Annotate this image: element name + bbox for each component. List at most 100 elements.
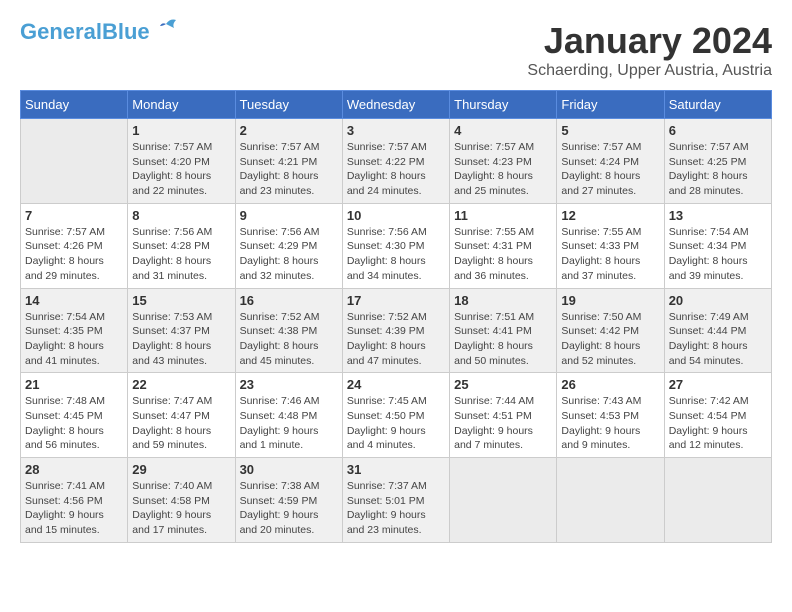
calendar-cell: 9 Sunrise: 7:56 AM Sunset: 4:29 PM Daylig… (235, 203, 342, 288)
calendar-cell: 4 Sunrise: 7:57 AM Sunset: 4:23 PM Daylig… (450, 119, 557, 204)
day-number: 30 (240, 462, 338, 477)
calendar-cell: 11 Sunrise: 7:55 AM Sunset: 4:31 PM Dayli… (450, 203, 557, 288)
day-info: Sunrise: 7:56 AM Sunset: 4:29 PM Dayligh… (240, 225, 338, 284)
day-number: 17 (347, 293, 445, 308)
calendar-table: SundayMondayTuesdayWednesdayThursdayFrid… (20, 90, 772, 543)
day-number: 25 (454, 377, 552, 392)
day-number: 3 (347, 123, 445, 138)
day-number: 19 (561, 293, 659, 308)
day-info: Sunrise: 7:55 AM Sunset: 4:31 PM Dayligh… (454, 225, 552, 284)
day-number: 13 (669, 208, 767, 223)
calendar-cell: 18 Sunrise: 7:51 AM Sunset: 4:41 PM Dayli… (450, 288, 557, 373)
day-number: 20 (669, 293, 767, 308)
calendar-header-thursday: Thursday (450, 91, 557, 119)
day-info: Sunrise: 7:54 AM Sunset: 4:35 PM Dayligh… (25, 310, 123, 369)
day-info: Sunrise: 7:52 AM Sunset: 4:38 PM Dayligh… (240, 310, 338, 369)
day-number: 7 (25, 208, 123, 223)
day-info: Sunrise: 7:38 AM Sunset: 4:59 PM Dayligh… (240, 479, 338, 538)
day-info: Sunrise: 7:54 AM Sunset: 4:34 PM Dayligh… (669, 225, 767, 284)
day-info: Sunrise: 7:37 AM Sunset: 5:01 PM Dayligh… (347, 479, 445, 538)
day-number: 2 (240, 123, 338, 138)
calendar-cell: 6 Sunrise: 7:57 AM Sunset: 4:25 PM Daylig… (664, 119, 771, 204)
logo: GeneralBlue (20, 20, 180, 44)
day-info: Sunrise: 7:40 AM Sunset: 4:58 PM Dayligh… (132, 479, 230, 538)
calendar-cell: 5Sunrise: 7:57 AM Sunset: 4:24 PM Daylig… (557, 119, 664, 204)
day-info: Sunrise: 7:57 AM Sunset: 4:25 PM Dayligh… (669, 140, 767, 199)
calendar-cell: 20 Sunrise: 7:49 AM Sunset: 4:44 PM Dayli… (664, 288, 771, 373)
logo-general: General (20, 19, 102, 44)
title-block: January 2024 Schaerding, Upper Austria, … (527, 20, 772, 80)
calendar-week-row: 28Sunrise: 7:41 AM Sunset: 4:56 PM Dayli… (21, 458, 772, 543)
calendar-cell: 21Sunrise: 7:48 AM Sunset: 4:45 PM Dayli… (21, 373, 128, 458)
calendar-cell: 10Sunrise: 7:56 AM Sunset: 4:30 PM Dayli… (342, 203, 449, 288)
calendar-cell: 23 Sunrise: 7:46 AM Sunset: 4:48 PM Dayli… (235, 373, 342, 458)
calendar-cell: 1 Sunrise: 7:57 AM Sunset: 4:20 PM Daylig… (128, 119, 235, 204)
day-number: 26 (561, 377, 659, 392)
day-number: 8 (132, 208, 230, 223)
calendar-cell: 7 Sunrise: 7:57 AM Sunset: 4:26 PM Daylig… (21, 203, 128, 288)
day-number: 12 (561, 208, 659, 223)
day-info: Sunrise: 7:47 AM Sunset: 4:47 PM Dayligh… (132, 394, 230, 453)
calendar-cell: 15Sunrise: 7:53 AM Sunset: 4:37 PM Dayli… (128, 288, 235, 373)
calendar-cell (664, 458, 771, 543)
calendar-week-row: 7 Sunrise: 7:57 AM Sunset: 4:26 PM Daylig… (21, 203, 772, 288)
day-number: 6 (669, 123, 767, 138)
calendar-cell: 3 Sunrise: 7:57 AM Sunset: 4:22 PM Daylig… (342, 119, 449, 204)
day-number: 11 (454, 208, 552, 223)
day-info: Sunrise: 7:57 AM Sunset: 4:23 PM Dayligh… (454, 140, 552, 199)
calendar-cell: 28Sunrise: 7:41 AM Sunset: 4:56 PM Dayli… (21, 458, 128, 543)
day-number: 23 (240, 377, 338, 392)
day-info: Sunrise: 7:41 AM Sunset: 4:56 PM Dayligh… (25, 479, 123, 538)
day-info: Sunrise: 7:56 AM Sunset: 4:28 PM Dayligh… (132, 225, 230, 284)
logo-bird-icon (152, 16, 180, 44)
day-number: 18 (454, 293, 552, 308)
month-year-title: January 2024 (527, 20, 772, 62)
day-number: 29 (132, 462, 230, 477)
calendar-cell: 19Sunrise: 7:50 AM Sunset: 4:42 PM Dayli… (557, 288, 664, 373)
day-info: Sunrise: 7:48 AM Sunset: 4:45 PM Dayligh… (25, 394, 123, 453)
day-info: Sunrise: 7:51 AM Sunset: 4:41 PM Dayligh… (454, 310, 552, 369)
day-info: Sunrise: 7:49 AM Sunset: 4:44 PM Dayligh… (669, 310, 767, 369)
day-info: Sunrise: 7:56 AM Sunset: 4:30 PM Dayligh… (347, 225, 445, 284)
day-info: Sunrise: 7:45 AM Sunset: 4:50 PM Dayligh… (347, 394, 445, 453)
day-info: Sunrise: 7:57 AM Sunset: 4:20 PM Dayligh… (132, 140, 230, 199)
calendar-cell: 13 Sunrise: 7:54 AM Sunset: 4:34 PM Dayli… (664, 203, 771, 288)
calendar-cell: 8 Sunrise: 7:56 AM Sunset: 4:28 PM Daylig… (128, 203, 235, 288)
day-info: Sunrise: 7:42 AM Sunset: 4:54 PM Dayligh… (669, 394, 767, 453)
day-info: Sunrise: 7:44 AM Sunset: 4:51 PM Dayligh… (454, 394, 552, 453)
day-number: 31 (347, 462, 445, 477)
calendar-cell: 29 Sunrise: 7:40 AM Sunset: 4:58 PM Dayli… (128, 458, 235, 543)
calendar-cell: 26Sunrise: 7:43 AM Sunset: 4:53 PM Dayli… (557, 373, 664, 458)
calendar-header-wednesday: Wednesday (342, 91, 449, 119)
day-info: Sunrise: 7:57 AM Sunset: 4:21 PM Dayligh… (240, 140, 338, 199)
calendar-cell: 24 Sunrise: 7:45 AM Sunset: 4:50 PM Dayli… (342, 373, 449, 458)
calendar-week-row: 1 Sunrise: 7:57 AM Sunset: 4:20 PM Daylig… (21, 119, 772, 204)
day-number: 16 (240, 293, 338, 308)
calendar-header-friday: Friday (557, 91, 664, 119)
calendar-header-saturday: Saturday (664, 91, 771, 119)
day-number: 1 (132, 123, 230, 138)
day-number: 24 (347, 377, 445, 392)
logo-text: GeneralBlue (20, 21, 150, 43)
calendar-cell: 14Sunrise: 7:54 AM Sunset: 4:35 PM Dayli… (21, 288, 128, 373)
calendar-cell: 17Sunrise: 7:52 AM Sunset: 4:39 PM Dayli… (342, 288, 449, 373)
calendar-header-monday: Monday (128, 91, 235, 119)
calendar-cell: 16 Sunrise: 7:52 AM Sunset: 4:38 PM Dayli… (235, 288, 342, 373)
day-info: Sunrise: 7:57 AM Sunset: 4:26 PM Dayligh… (25, 225, 123, 284)
calendar-week-row: 21Sunrise: 7:48 AM Sunset: 4:45 PM Dayli… (21, 373, 772, 458)
calendar-cell: 30 Sunrise: 7:38 AM Sunset: 4:59 PM Dayli… (235, 458, 342, 543)
day-info: Sunrise: 7:46 AM Sunset: 4:48 PM Dayligh… (240, 394, 338, 453)
location-subtitle: Schaerding, Upper Austria, Austria (527, 62, 772, 80)
day-number: 4 (454, 123, 552, 138)
day-info: Sunrise: 7:57 AM Sunset: 4:22 PM Dayligh… (347, 140, 445, 199)
calendar-cell: 2 Sunrise: 7:57 AM Sunset: 4:21 PM Daylig… (235, 119, 342, 204)
calendar-cell: 27 Sunrise: 7:42 AM Sunset: 4:54 PM Dayli… (664, 373, 771, 458)
calendar-cell: 31 Sunrise: 7:37 AM Sunset: 5:01 PM Dayli… (342, 458, 449, 543)
logo-blue: Blue (102, 19, 150, 44)
calendar-cell: 25 Sunrise: 7:44 AM Sunset: 4:51 PM Dayli… (450, 373, 557, 458)
day-info: Sunrise: 7:57 AM Sunset: 4:24 PM Dayligh… (561, 140, 659, 199)
day-number: 9 (240, 208, 338, 223)
calendar-header-sunday: Sunday (21, 91, 128, 119)
day-number: 27 (669, 377, 767, 392)
calendar-header-tuesday: Tuesday (235, 91, 342, 119)
